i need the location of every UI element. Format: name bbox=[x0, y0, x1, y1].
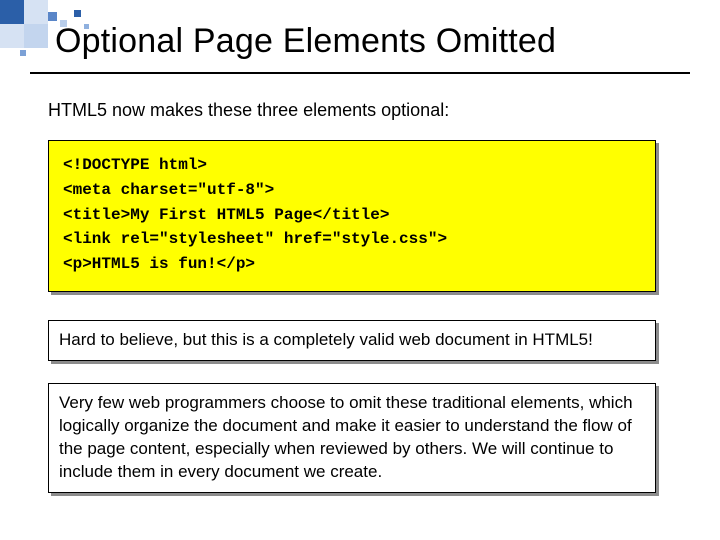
code-line: <meta charset="utf-8"> bbox=[63, 178, 641, 203]
code-line: <link rel="stylesheet" href="style.css"> bbox=[63, 227, 641, 252]
code-line: <p>HTML5 is fun!</p> bbox=[63, 252, 641, 277]
code-line: <title>My First HTML5 Page</title> bbox=[63, 203, 641, 228]
callout-box-2: Very few web programmers choose to omit … bbox=[48, 383, 656, 493]
slide: Optional Page Elements Omitted HTML5 now… bbox=[0, 0, 720, 540]
intro-text: HTML5 now makes these three elements opt… bbox=[48, 100, 672, 121]
slide-title: Optional Page Elements Omitted bbox=[55, 22, 690, 61]
code-block: <!DOCTYPE html> <meta charset="utf-8"> <… bbox=[48, 140, 656, 292]
title-underline bbox=[30, 72, 690, 74]
code-line: <!DOCTYPE html> bbox=[63, 153, 641, 178]
callout-box-1: Hard to believe, but this is a completel… bbox=[48, 320, 656, 361]
